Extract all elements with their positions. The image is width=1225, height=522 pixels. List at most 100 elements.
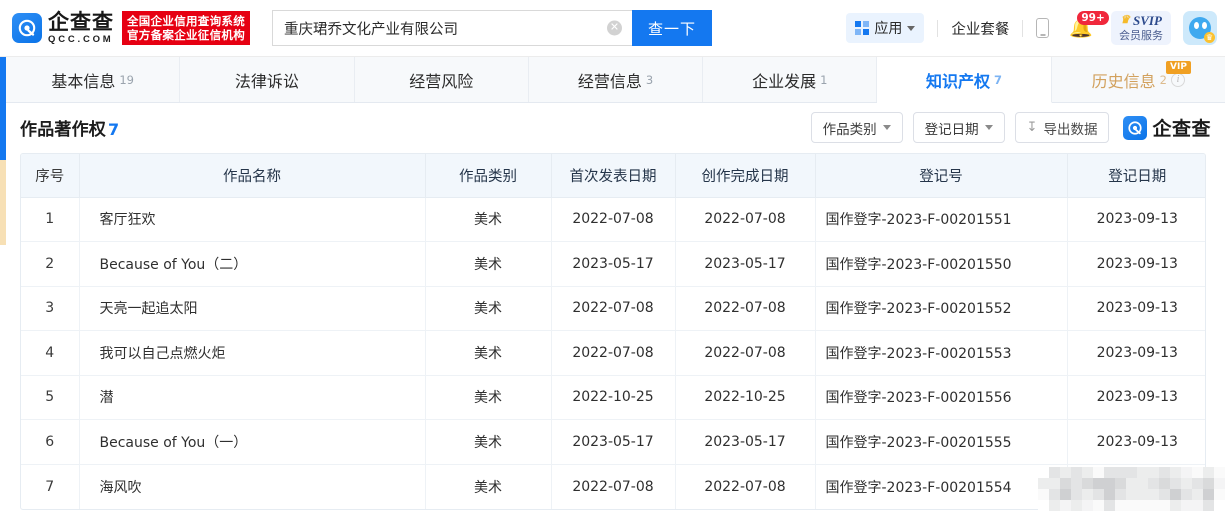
cell-index: 3 — [21, 286, 79, 331]
cell-reg-date: 2023-09-13 — [1067, 286, 1206, 331]
cell-created: 2023-05-17 — [675, 420, 815, 465]
cell-reg-number: 国作登字-2023-F-00201555 — [815, 420, 1067, 465]
table-row[interactable]: 1 客厅狂欢 美术 2022-07-08 2022-07-08 国作登字-202… — [21, 197, 1206, 242]
table-row[interactable]: 4 我可以自己点燃火炬 美术 2022-07-08 2022-07-08 国作登… — [21, 331, 1206, 376]
clear-search-icon[interactable]: ✕ — [607, 21, 622, 36]
export-data-label: 导出数据 — [1043, 118, 1097, 138]
table-row[interactable]: 5 潜 美术 2022-10-25 2022-10-25 国作登字-2023-F… — [21, 375, 1206, 420]
cell-reg-number: 国作登字-2023-F-00201551 — [815, 197, 1067, 242]
tab-label: 知识产权 — [926, 68, 990, 92]
cell-index: 7 — [21, 464, 79, 509]
cell-reg-date: 2023-09-13 — [1067, 242, 1206, 287]
tab-business-info[interactable]: 经营信息 3 — [529, 57, 703, 102]
cell-category: 美术 — [425, 197, 551, 242]
avatar-crown-icon: ♛ — [1204, 32, 1215, 43]
column-header-reg-date: 登记日期 — [1067, 154, 1206, 197]
toolbar-actions: 作品类别 登记日期 ↧ 导出数据 企查查 — [811, 112, 1211, 143]
apps-menu-label: 应用 — [874, 18, 902, 38]
cell-created: 2022-07-08 — [675, 331, 815, 376]
cell-published: 2022-07-08 — [551, 197, 675, 242]
header-divider — [937, 20, 938, 37]
avatar-eye-right — [1202, 22, 1207, 29]
column-header-created: 创作完成日期 — [675, 154, 815, 197]
tab-label: 经营信息 — [578, 68, 642, 92]
tab-historical-info[interactable]: VIP 历史信息 2 i — [1052, 57, 1225, 102]
tab-count: 2 — [1160, 73, 1167, 87]
svip-button[interactable]: ♛ SVIP 会员服务 — [1111, 11, 1171, 45]
cell-reg-number: 国作登字-2023-F-00201554 — [815, 464, 1067, 509]
download-icon: ↧ — [1027, 120, 1038, 135]
cell-published: 2023-05-17 — [551, 242, 675, 287]
avatar[interactable]: ♛ — [1183, 11, 1217, 45]
cell-index: 2 — [21, 242, 79, 287]
cell-reg-number: 国作登字-2023-F-00201552 — [815, 286, 1067, 331]
svip-sublabel: 会员服务 — [1119, 30, 1163, 41]
watermark-logo: 企查查 — [1123, 114, 1211, 141]
qcc-watermark-icon — [1123, 116, 1147, 140]
enterprise-package-link[interactable]: 企业套餐 — [951, 18, 1009, 39]
watermark-text: 企查查 — [1152, 114, 1211, 141]
column-header-reg-number: 登记号 — [815, 154, 1067, 197]
cell-category: 美术 — [425, 286, 551, 331]
table-row[interactable]: 2 Because of You（二） 美术 2023-05-17 2023-0… — [21, 242, 1206, 287]
column-header-category: 作品类别 — [425, 154, 551, 197]
cell-work-name: 客厅狂欢 — [79, 197, 425, 242]
table-body: 1 客厅狂欢 美术 2022-07-08 2022-07-08 国作登字-202… — [21, 197, 1206, 509]
cell-category: 美术 — [425, 375, 551, 420]
qcc-logo-icon — [12, 13, 42, 43]
category-filter-label: 作品类别 — [823, 118, 877, 138]
tab-company-development[interactable]: 企业发展 1 — [703, 57, 877, 102]
cell-created: 2022-10-25 — [675, 375, 815, 420]
tab-count: 1 — [820, 73, 827, 87]
column-header-work-name: 作品名称 — [79, 154, 425, 197]
tab-label: 历史信息 — [1092, 68, 1156, 92]
cell-created: 2022-07-08 — [675, 286, 815, 331]
search-bar: ✕ 查一下 — [272, 10, 712, 46]
cell-work-name: Because of You（二） — [79, 242, 425, 287]
grid-icon — [855, 21, 869, 35]
table-row[interactable]: 7 海风吹 美术 2022-07-08 2022-07-08 国作登字-2023… — [21, 464, 1206, 509]
export-data-button[interactable]: ↧ 导出数据 — [1015, 112, 1110, 143]
cert-line-2: 官方备案企业征信机构 — [127, 28, 245, 42]
cell-reg-date: 2023-09-13 — [1067, 420, 1206, 465]
site-logo[interactable]: 企查查 QCC.COM — [12, 12, 114, 45]
tab-legal-proceedings[interactable]: 法律诉讼 — [180, 57, 354, 102]
tab-label: 基本信息 — [51, 68, 115, 92]
cell-category: 美术 — [425, 464, 551, 509]
cell-reg-number: 国作登字-2023-F-00201556 — [815, 375, 1067, 420]
apps-menu-button[interactable]: 应用 — [846, 13, 924, 43]
tab-count: 3 — [646, 73, 653, 87]
cell-index: 1 — [21, 197, 79, 242]
search-button[interactable]: 查一下 — [632, 10, 712, 46]
section-toolbar: 作品著作权 7 作品类别 登记日期 ↧ 导出数据 企查查 — [6, 103, 1225, 152]
tab-label: 法律诉讼 — [235, 68, 299, 92]
cell-index: 4 — [21, 331, 79, 376]
cell-category: 美术 — [425, 242, 551, 287]
mobile-icon[interactable] — [1036, 18, 1049, 38]
tab-basic-info[interactable]: 基本信息 19 — [6, 57, 180, 102]
notifications-button[interactable]: 🔔 99+ — [1069, 19, 1093, 38]
cell-reg-number: 国作登字-2023-F-00201550 — [815, 242, 1067, 287]
category-filter-button[interactable]: 作品类别 — [811, 112, 903, 143]
table-row[interactable]: 6 Because of You（一） 美术 2023-05-17 2023-0… — [21, 420, 1206, 465]
company-tab-bar: 基本信息 19 法律诉讼 经营风险 经营信息 3 企业发展 1 知识产权 7 V… — [6, 57, 1225, 103]
cell-index: 5 — [21, 375, 79, 420]
cell-reg-date: 2023-09-13 — [1067, 375, 1206, 420]
date-filter-label: 登记日期 — [925, 118, 979, 138]
svip-title-row: ♛ SVIP — [1119, 14, 1163, 27]
cell-published: 2022-07-08 — [551, 331, 675, 376]
table-row[interactable]: 3 天亮一起追太阳 美术 2022-07-08 2022-07-08 国作登字-… — [21, 286, 1206, 331]
column-header-index: 序号 — [21, 154, 79, 197]
info-icon[interactable]: i — [1171, 73, 1185, 87]
tab-business-risk[interactable]: 经营风险 — [355, 57, 529, 102]
cell-work-name: Because of You（一） — [79, 420, 425, 465]
crown-icon: ♛ — [1120, 15, 1130, 26]
chevron-down-icon — [985, 125, 993, 130]
svip-label: SVIP — [1133, 14, 1162, 27]
search-input[interactable] — [273, 11, 632, 45]
tab-label: 企业发展 — [752, 68, 816, 92]
header-right-actions: 应用 企业套餐 🔔 99+ ♛ SVIP 会员服务 ♛ — [846, 0, 1225, 56]
date-filter-button[interactable]: 登记日期 — [913, 112, 1005, 143]
tab-intellectual-property[interactable]: 知识产权 7 — [877, 57, 1051, 103]
cell-published: 2022-07-08 — [551, 464, 675, 509]
